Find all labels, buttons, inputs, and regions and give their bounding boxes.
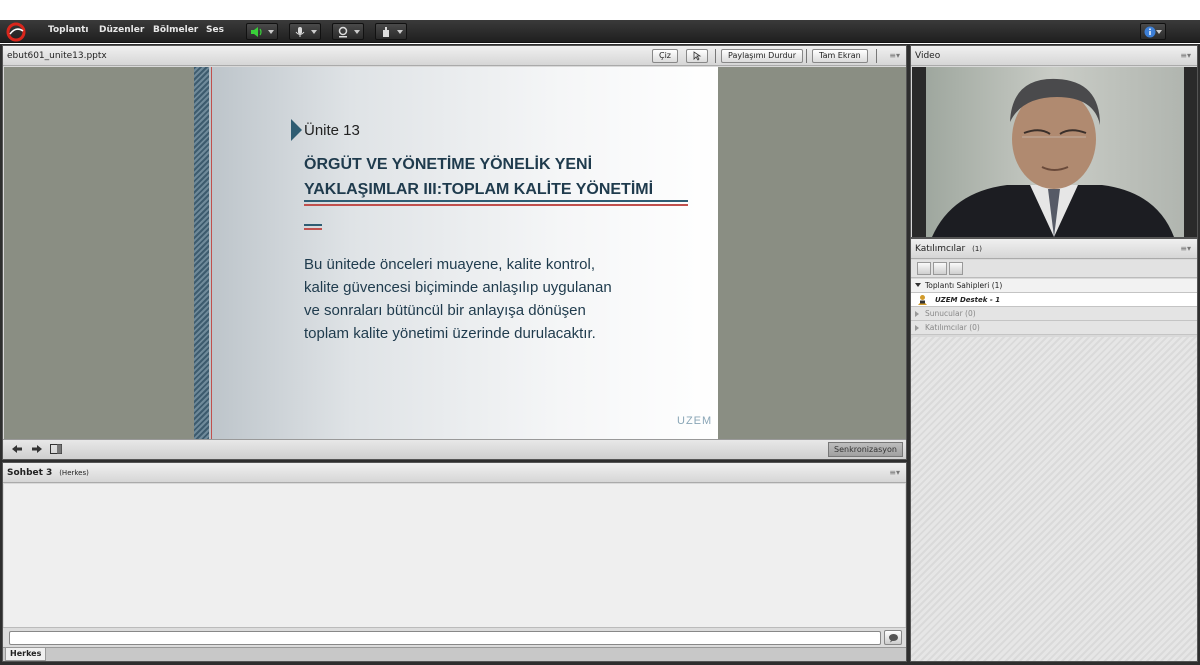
slide-body-text: Bu ünitede önceleri muayene, kalite kont… [304, 253, 704, 345]
slide-divider [304, 224, 322, 226]
speech-bubble-icon [889, 634, 898, 643]
chat-message-area [4, 484, 905, 627]
host-user-icon [918, 295, 927, 305]
presenter-video-image [912, 67, 1197, 237]
slide-arrow-icon [291, 119, 302, 141]
attendees-pod-header: Katılımcılar (1) ≡▾ [911, 239, 1197, 259]
attendees-title: Katılımcılar [915, 244, 966, 254]
slide-title: ÖRGÜT VE YÖNETİME YÖNELİK YENİ YAKLAŞIML… [304, 152, 653, 202]
pointer-button[interactable] [686, 49, 708, 63]
attendees-pod-title: Katılımcılar (1) [915, 244, 982, 254]
chat-title: Sohbet 3 [7, 468, 53, 478]
chat-input-row [3, 627, 906, 647]
slide-body-line: toplam kalite yönetimi üzerinde durulaca… [304, 325, 596, 342]
pod-options-icon[interactable]: ≡▾ [889, 51, 900, 60]
slide-body-line: Bu ünitede önceleri muayene, kalite kont… [304, 256, 596, 273]
attendee-row[interactable]: UZEM Destek - 1 [911, 293, 1197, 307]
video-pod-header: Video ≡▾ [911, 46, 1197, 66]
chat-pod: Sohbet 3 (Herkes) ≡▾ Herkes [2, 462, 907, 662]
info-icon [1144, 26, 1156, 38]
pointer-icon [693, 51, 702, 61]
chevron-down-icon [915, 283, 921, 287]
draw-button[interactable]: Çiz [652, 49, 679, 63]
video-pod: Video ≡▾ [910, 45, 1198, 238]
webcam-icon [338, 26, 348, 38]
raise-hand-button[interactable] [375, 23, 407, 40]
microphone-icon [295, 27, 305, 37]
chat-pod-header: Sohbet 3 (Herkes) ≡▾ [3, 463, 906, 483]
webcam-button[interactable] [332, 23, 364, 40]
attendees-count: (1) [972, 245, 983, 253]
video-pod-title: Video [915, 51, 941, 61]
slide-body-line: ve sonraları bütüncül bir anlayışa dönüş… [304, 302, 586, 319]
fullscreen-button[interactable]: Tam Ekran [812, 49, 868, 63]
chevron-right-icon [915, 311, 919, 317]
top-menu-bar: Toplantı Düzenler Bölmeler Ses [0, 20, 1200, 43]
group-participants[interactable]: Katılımcılar (0) [911, 321, 1197, 335]
grid-view-icon[interactable] [933, 262, 947, 275]
slide-body-line: kalite güvencesi biçiminde anlaşılıp uyg… [304, 279, 612, 296]
menu-layouts[interactable]: Düzenler [99, 25, 144, 35]
previous-slide-icon[interactable] [11, 444, 23, 454]
slide-decorative-stripe [194, 67, 209, 439]
presentation-slide: Ünite 13 ÖRGÜT VE YÖNETİME YÖNELİK YENİ … [194, 67, 718, 439]
header-divider [806, 49, 807, 63]
chevron-down-icon [311, 30, 317, 34]
group-presenters[interactable]: Sunucular (0) [911, 307, 1197, 321]
chat-audience: (Herkes) [59, 469, 89, 477]
menu-meeting[interactable]: Toplantı [48, 25, 89, 35]
share-pod-header: ebut601_unite13.pptx Çiz Paylaşımı Durdu… [3, 46, 906, 66]
header-divider [715, 49, 716, 63]
chat-tabs-bar: Herkes [3, 647, 906, 661]
group-label: Sunucular (0) [925, 309, 976, 318]
send-message-button[interactable] [884, 630, 902, 645]
header-divider [876, 49, 877, 63]
chevron-down-icon [397, 30, 403, 34]
app-logo-icon [6, 22, 26, 42]
group-label: Katılımcılar (0) [925, 323, 980, 332]
share-pod: ebut601_unite13.pptx Çiz Paylaşımı Durdu… [2, 45, 907, 460]
chevron-down-icon [354, 30, 360, 34]
slide-title-line: ÖRGÜT VE YÖNETİME YÖNELİK YENİ [304, 156, 593, 173]
menu-pods[interactable]: Bölmeler [153, 25, 198, 35]
sync-button[interactable]: Senkronizasyon [828, 442, 903, 457]
tab-everyone[interactable]: Herkes [5, 648, 47, 661]
slide-decorative-line [211, 67, 212, 439]
stop-sharing-button[interactable]: Paylaşımı Durdur [721, 49, 803, 63]
list-view-icon[interactable] [917, 262, 931, 275]
slide-title-underline [304, 200, 688, 202]
slide-unit-label: Ünite 13 [304, 122, 360, 139]
slide-title-underline [304, 204, 688, 206]
chat-message-input[interactable] [9, 631, 881, 645]
next-slide-icon[interactable] [31, 444, 43, 454]
pod-options-icon[interactable]: ≡▾ [1180, 244, 1191, 253]
chat-pod-title: Sohbet 3 (Herkes) [7, 468, 89, 478]
chevron-down-icon [268, 30, 274, 34]
uzem-logo: UZEM [677, 415, 713, 427]
group-hosts[interactable]: Toplantı Sahipleri (1) [911, 279, 1197, 293]
chevron-down-icon [1156, 30, 1162, 34]
group-label: Toplantı Sahipleri (1) [925, 281, 1003, 290]
share-pod-title: ebut601_unite13.pptx [7, 51, 107, 61]
attendee-name: UZEM Destek - 1 [935, 296, 1001, 304]
speaker-icon [251, 27, 262, 37]
menu-audio[interactable]: Ses [206, 25, 224, 35]
help-button[interactable] [1140, 23, 1166, 40]
raise-hand-icon [383, 27, 389, 37]
pod-options-icon[interactable]: ≡▾ [889, 468, 900, 477]
attendees-toolbar [911, 260, 1197, 278]
slide-title-line: YAKLAŞIMLAR III:TOPLAM KALİTE YÖNETİMİ [304, 181, 654, 198]
attendees-empty-area [911, 337, 1197, 661]
share-pod-footer: Senkronizasyon [3, 439, 906, 459]
pod-options-icon[interactable]: ≡▾ [1180, 51, 1191, 60]
chevron-right-icon [915, 325, 919, 331]
sidebar-toggle-icon[interactable] [50, 444, 62, 454]
microphone-button[interactable] [289, 23, 321, 40]
sort-icon[interactable] [949, 262, 963, 275]
attendees-pod: Katılımcılar (1) ≡▾ Toplantı Sahipleri (… [910, 238, 1198, 662]
shared-content-area: Ünite 13 ÖRGÜT VE YÖNETİME YÖNELİK YENİ … [4, 67, 906, 439]
webcam-video-feed [912, 67, 1197, 237]
slide-divider [304, 228, 322, 230]
speaker-button[interactable] [246, 23, 278, 40]
